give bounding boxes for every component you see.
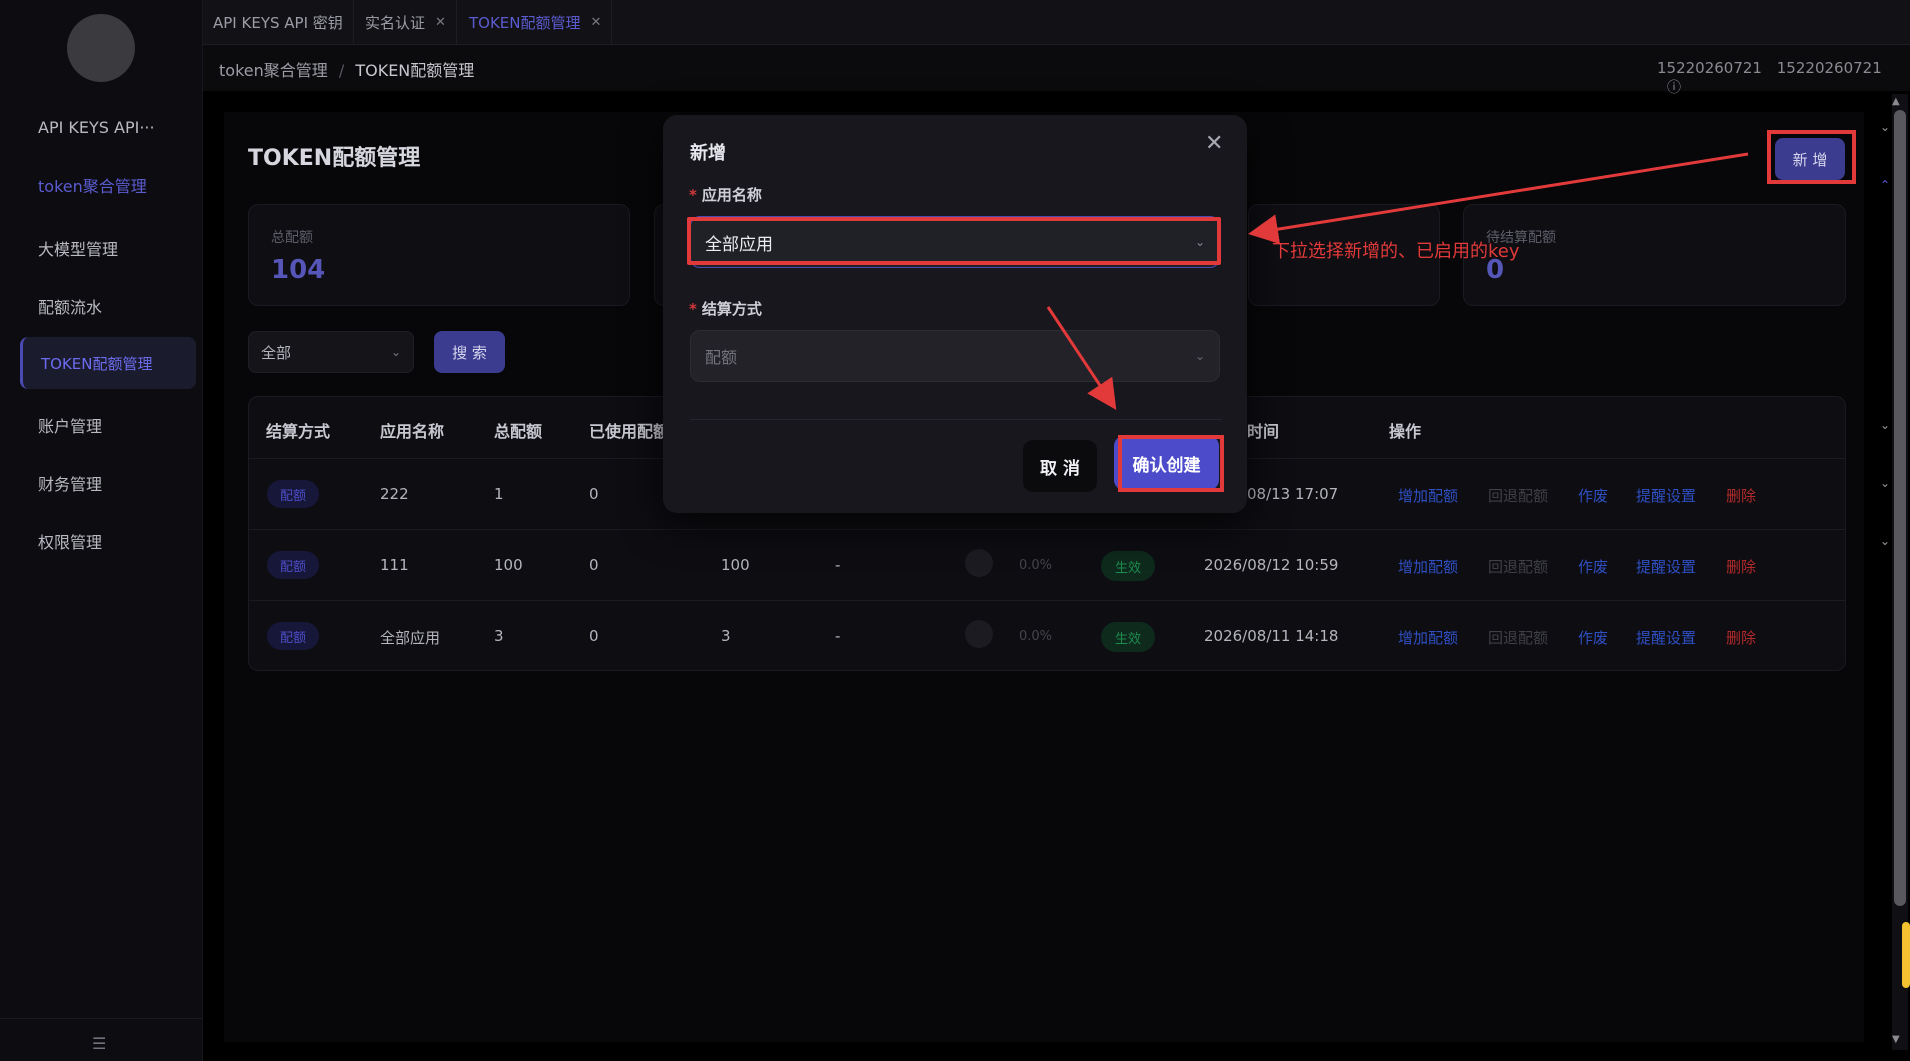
annotation-arrows — [1046, 152, 1749, 411]
annotation-text: 下拉选择新增的、已启用的key — [1272, 241, 1520, 262]
arrow-to-confirm — [1046, 306, 1117, 411]
arrow-to-select — [1248, 152, 1749, 245]
